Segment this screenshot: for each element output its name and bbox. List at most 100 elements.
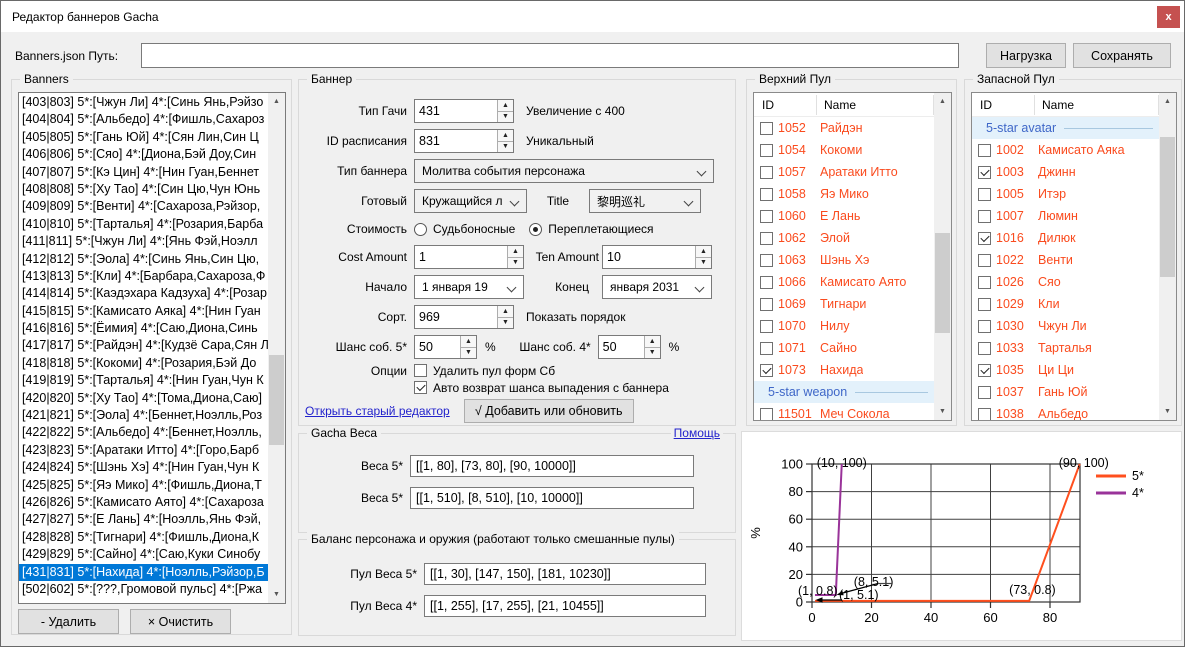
banner-list-item[interactable]: [502|602] 5*:[???,Громовой пульс] 4*:[Рж…: [19, 581, 269, 598]
old-editor-link[interactable]: Открыть старый редактор: [305, 404, 450, 418]
name-column-header[interactable]: Name: [1042, 98, 1074, 112]
pool-row[interactable]: 1007Люмин: [972, 205, 1159, 227]
banner-list-item[interactable]: [428|828] 5*:[Тигнари] 4*:[Фишль,Диона,К: [19, 529, 269, 546]
banner-list-item[interactable]: [426|826] 5*:[Камисато Аято] 4*:[Сахароз…: [19, 494, 269, 511]
spin-down-icon[interactable]: ▼: [498, 111, 513, 123]
banner-list-item[interactable]: [409|809] 5*:[Венти] 4*:[Сахароза,Рэйзор…: [19, 198, 269, 215]
chance4-value[interactable]: 50: [599, 336, 644, 358]
pool-row[interactable]: 1054Кокоми: [754, 139, 934, 161]
banner-list-item[interactable]: [405|805] 5*:[Гань Юй] 4*:[Сян Лин,Син Ц: [19, 129, 269, 146]
fate-radio-label[interactable]: Судьбоносные: [433, 222, 515, 236]
row-checkbox[interactable]: [978, 166, 991, 179]
chance5-value[interactable]: 50: [415, 336, 460, 358]
scroll-up-icon[interactable]: ▲: [934, 93, 951, 110]
pool-row[interactable]: 1073Нахида: [754, 359, 934, 381]
row-checkbox[interactable]: [978, 408, 991, 421]
row-checkbox[interactable]: [760, 232, 773, 245]
row-checkbox[interactable]: [760, 166, 773, 179]
schedule-id-value[interactable]: 831: [415, 130, 497, 152]
pool-row[interactable]: 1030Чжун Ли: [972, 315, 1159, 337]
banner-list-item[interactable]: [424|824] 5*:[Шэнь Хэ] 4*:[Нин Гуан,Чун …: [19, 459, 269, 476]
auto-return-label[interactable]: Авто возврат шанса выпадения с баннера: [433, 381, 669, 395]
scroll-up-icon[interactable]: ▲: [1159, 93, 1176, 110]
close-button[interactable]: x: [1157, 6, 1180, 28]
path-input[interactable]: [141, 43, 959, 68]
pool-row[interactable]: 1005Итэр: [972, 183, 1159, 205]
banner-list-item[interactable]: [407|807] 5*:[Кэ Цин] 4*:[Нин Гуан,Бенне…: [19, 164, 269, 181]
pool-row[interactable]: 1058Яэ Мико: [754, 183, 934, 205]
pool-row[interactable]: 1052Райдэн: [754, 117, 934, 139]
row-checkbox[interactable]: [760, 188, 773, 201]
scroll-down-icon[interactable]: ▼: [268, 586, 285, 603]
spin-up-icon[interactable]: ▲: [645, 336, 660, 347]
banners-listbox[interactable]: [403|803] 5*:[Чжун Ли] 4*:[Синь Янь,Рэйз…: [18, 92, 286, 604]
pool-row[interactable]: 1037Гань Юй: [972, 381, 1159, 403]
banner-list-item[interactable]: [420|820] 5*:[Ху Тао] 4*:[Тома,Диона,Саю…: [19, 390, 269, 407]
scroll-up-icon[interactable]: ▲: [268, 93, 285, 110]
pool-row[interactable]: 1038Альбедо: [972, 403, 1159, 420]
pool-row[interactable]: 11501Меч Сокола: [754, 403, 934, 420]
pool-row[interactable]: 1057Аратаки Итто: [754, 161, 934, 183]
pool-row[interactable]: 1016Дилюк: [972, 227, 1159, 249]
spin-down-icon[interactable]: ▼: [498, 141, 513, 153]
scroll-down-icon[interactable]: ▼: [934, 403, 951, 420]
row-checkbox[interactable]: [760, 144, 773, 157]
scroll-down-icon[interactable]: ▼: [1159, 403, 1176, 420]
prefab-combo[interactable]: Кружащийся л: [414, 189, 527, 213]
id-column-header[interactable]: ID: [980, 98, 992, 112]
upper-pool-scrollbar[interactable]: ▲ ▼: [934, 93, 951, 420]
intertwined-radio-label[interactable]: Переплетающиеся: [548, 222, 653, 236]
spin-up-icon[interactable]: ▲: [696, 246, 711, 257]
spin-up-icon[interactable]: ▲: [498, 130, 513, 141]
banner-list-item[interactable]: [414|814] 5*:[Каэдэхара Кадзуха] 4*:[Роз…: [19, 285, 269, 302]
reserve-pool-scrollbar[interactable]: ▲ ▼: [1159, 93, 1176, 420]
banner-list-item[interactable]: [422|822] 5*:[Альбедо] 4*:[Беннет,Ноэлль…: [19, 424, 269, 441]
banner-list-item[interactable]: [418|818] 5*:[Кокоми] 4*:[Розария,Бэй До: [19, 355, 269, 372]
spin-down-icon[interactable]: ▼: [498, 317, 513, 329]
banner-list-item[interactable]: [425|825] 5*:[Яэ Мико] 4*:[Фишль,Диона,Т: [19, 477, 269, 494]
fate-radio[interactable]: [414, 223, 427, 236]
banner-list-item[interactable]: [416|816] 5*:[Ёимия] 4*:[Саю,Диона,Синь: [19, 320, 269, 337]
row-checkbox[interactable]: [760, 254, 773, 267]
row-checkbox[interactable]: [978, 298, 991, 311]
save-button[interactable]: Сохранять: [1073, 43, 1171, 68]
spin-up-icon[interactable]: ▲: [498, 306, 513, 317]
spin-down-icon[interactable]: ▼: [508, 257, 523, 269]
banners-scrollbar[interactable]: ▲ ▼: [268, 93, 285, 603]
sort-value[interactable]: 969: [415, 306, 497, 328]
row-checkbox[interactable]: [978, 276, 991, 289]
banner-list-item[interactable]: [431|831] 5*:[Нахида] 4*:[Ноэлль,Рэйзор,…: [19, 564, 269, 581]
row-checkbox[interactable]: [760, 342, 773, 355]
banner-list-item[interactable]: [410|810] 5*:[Тарталья] 4*:[Розария,Барб…: [19, 216, 269, 233]
pool-weights5-input[interactable]: [424, 563, 706, 585]
cost-amount-spinner[interactable]: 1 ▲▼: [414, 245, 524, 269]
scroll-thumb[interactable]: [1160, 137, 1175, 277]
sort-spinner[interactable]: 969 ▲▼: [414, 305, 514, 329]
pool-row[interactable]: 1063Шэнь Хэ: [754, 249, 934, 271]
pool-row[interactable]: 1002Камисато Аяка: [972, 139, 1159, 161]
add-or-update-button[interactable]: √ Добавить или обновить: [464, 399, 634, 423]
row-checkbox[interactable]: [978, 232, 991, 245]
banner-list-item[interactable]: [413|813] 5*:[Кли] 4*:[Барбара,Сахароза,…: [19, 268, 269, 285]
spin-down-icon[interactable]: ▼: [645, 347, 660, 359]
reserve-pool-listview[interactable]: ID Name 5-star avatar1002Камисато Аяка10…: [971, 92, 1177, 421]
weights4-input[interactable]: [410, 487, 694, 509]
scroll-thumb[interactable]: [269, 355, 284, 445]
row-checkbox[interactable]: [978, 144, 991, 157]
banner-list-item[interactable]: [421|821] 5*:[Эола] 4*:[Беннет,Ноэлль,Ро…: [19, 407, 269, 424]
banner-list-item[interactable]: [408|808] 5*:[Ху Тао] 4*:[Син Цю,Чун Юнь: [19, 181, 269, 198]
remove-pool-label[interactable]: Удалить пул форм Сб: [433, 364, 555, 378]
row-checkbox[interactable]: [978, 188, 991, 201]
cost-amount-value[interactable]: 1: [415, 246, 507, 268]
banner-list-item[interactable]: [415|815] 5*:[Камисато Аяка] 4*:[Нин Гуа…: [19, 303, 269, 320]
clear-banners-button[interactable]: × Очистить: [130, 609, 231, 634]
banner-list-item[interactable]: [419|819] 5*:[Тарталья] 4*:[Нин Гуан,Чун…: [19, 372, 269, 389]
auto-return-checkbox[interactable]: [414, 381, 427, 394]
banner-list-item[interactable]: [423|823] 5*:[Аратаки Итто] 4*:[Горо,Бар…: [19, 442, 269, 459]
banner-type-combo[interactable]: Молитва события персонажа: [414, 159, 714, 183]
banner-list-item[interactable]: [411|811] 5*:[Чжун Ли] 4*:[Янь Фэй,Ноэлл: [19, 233, 269, 250]
upper-pool-listview[interactable]: ID Name 1052Райдэн1054Кокоми1057Аратаки …: [753, 92, 952, 421]
gacha-type-spinner[interactable]: 431 ▲▼: [414, 99, 514, 123]
pool-row[interactable]: 1026Сяо: [972, 271, 1159, 293]
schedule-id-spinner[interactable]: 831 ▲▼: [414, 129, 514, 153]
